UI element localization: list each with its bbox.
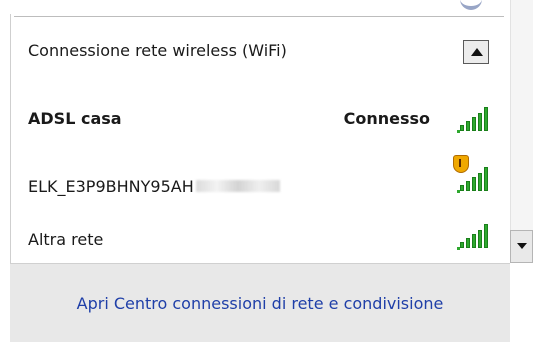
scrollbar-track[interactable] xyxy=(510,0,533,263)
network-ssid: ADSL casa xyxy=(28,108,122,128)
network-status: Connesso xyxy=(343,108,430,128)
footer-bar: Apri Centro connessioni di rete e condiv… xyxy=(10,263,510,342)
down-arrow-icon xyxy=(517,243,527,249)
signal-strength-icon xyxy=(457,220,493,250)
signal-strength-icon xyxy=(457,103,493,133)
network-item-adsl-casa[interactable]: ADSL casa Connesso xyxy=(28,103,500,133)
network-ssid: ELK_E3P9BHNY95AH xyxy=(28,176,194,196)
network-item-elk[interactable]: ELK_E3P9BHNY95AH xyxy=(28,171,500,201)
scroll-down-button[interactable] xyxy=(510,230,533,263)
up-arrow-icon xyxy=(471,48,483,56)
redacted-text xyxy=(195,180,280,192)
top-partial-area xyxy=(10,0,510,14)
network-icon-partial xyxy=(460,0,482,10)
network-item-altra-rete[interactable]: Altra rete xyxy=(28,224,500,254)
section-title: Connessione rete wireless (WiFi) xyxy=(28,40,287,60)
open-network-center-link[interactable]: Apri Centro connessioni di rete e condiv… xyxy=(77,294,444,313)
collapse-section-button[interactable] xyxy=(463,40,489,64)
signal-strength-icon xyxy=(457,163,493,193)
section-header-wireless[interactable]: Connessione rete wireless (WiFi) xyxy=(28,35,500,65)
network-ssid: Altra rete xyxy=(28,229,104,249)
divider-top xyxy=(14,16,504,17)
